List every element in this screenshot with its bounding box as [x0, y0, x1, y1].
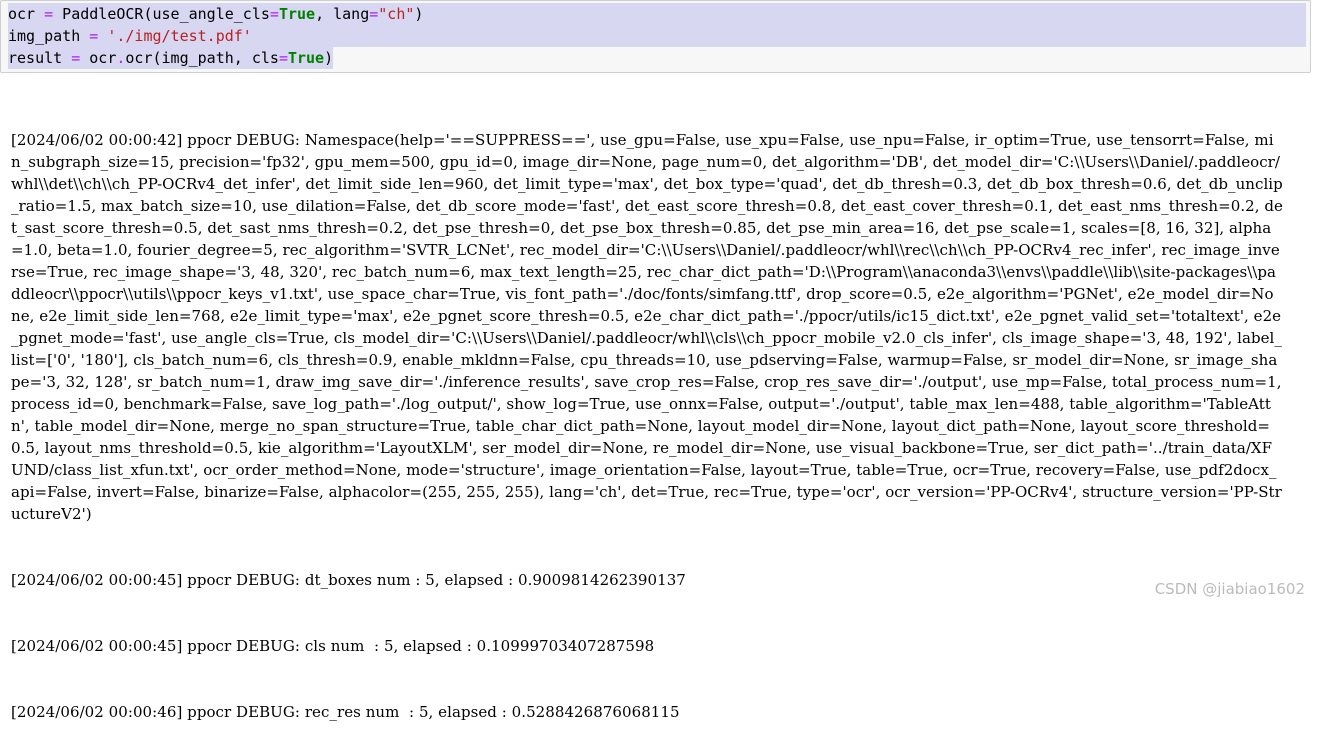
code-token: , lang — [315, 5, 369, 23]
code-token: ocr — [8, 5, 44, 23]
code-token — [98, 27, 107, 45]
code-operator: = — [369, 5, 378, 23]
code-operator: = — [270, 5, 279, 23]
code-token: ) — [324, 49, 333, 67]
code-token: img_path — [8, 27, 89, 45]
code-token: ) — [414, 5, 423, 23]
namespace-log-line: [2024/06/02 00:00:42] ppocr DEBUG: Names… — [11, 129, 1283, 525]
code-line-3[interactable]: result = ocr.ocr(img_path, cls=True) — [8, 47, 333, 69]
code-operator: = — [279, 49, 288, 67]
code-operator: = — [89, 27, 98, 45]
code-operator: = — [71, 49, 80, 67]
code-token: result — [8, 49, 71, 67]
dt-boxes-log-line: [2024/06/02 00:00:45] ppocr DEBUG: dt_bo… — [11, 569, 1283, 591]
code-keyword: True — [279, 5, 315, 23]
code-line-1[interactable]: ocr = PaddleOCR(use_angle_cls=True, lang… — [8, 3, 1306, 25]
code-token: ocr(img_path, cls — [125, 49, 279, 67]
code-token: ocr — [80, 49, 116, 67]
code-token: PaddleOCR(use_angle_cls — [53, 5, 270, 23]
code-editor[interactable]: ocr = PaddleOCR(use_angle_cls=True, lang… — [8, 3, 1306, 69]
rec-log-line: [2024/06/02 00:00:46] ppocr DEBUG: rec_r… — [11, 701, 1283, 723]
code-operator: = — [44, 5, 53, 23]
code-string: './img/test.pdf' — [107, 27, 252, 45]
code-keyword: True — [288, 49, 324, 67]
cell-output: [2024/06/02 00:00:42] ppocr DEBUG: Names… — [11, 85, 1283, 745]
code-line-2[interactable]: img_path = './img/test.pdf' — [8, 25, 1306, 47]
watermark: CSDN @jiabiao1602 — [1155, 580, 1305, 598]
code-cell[interactable]: ocr = PaddleOCR(use_angle_cls=True, lang… — [0, 0, 1311, 73]
cls-log-line: [2024/06/02 00:00:45] ppocr DEBUG: cls n… — [11, 635, 1283, 657]
code-string: "ch" — [378, 5, 414, 23]
